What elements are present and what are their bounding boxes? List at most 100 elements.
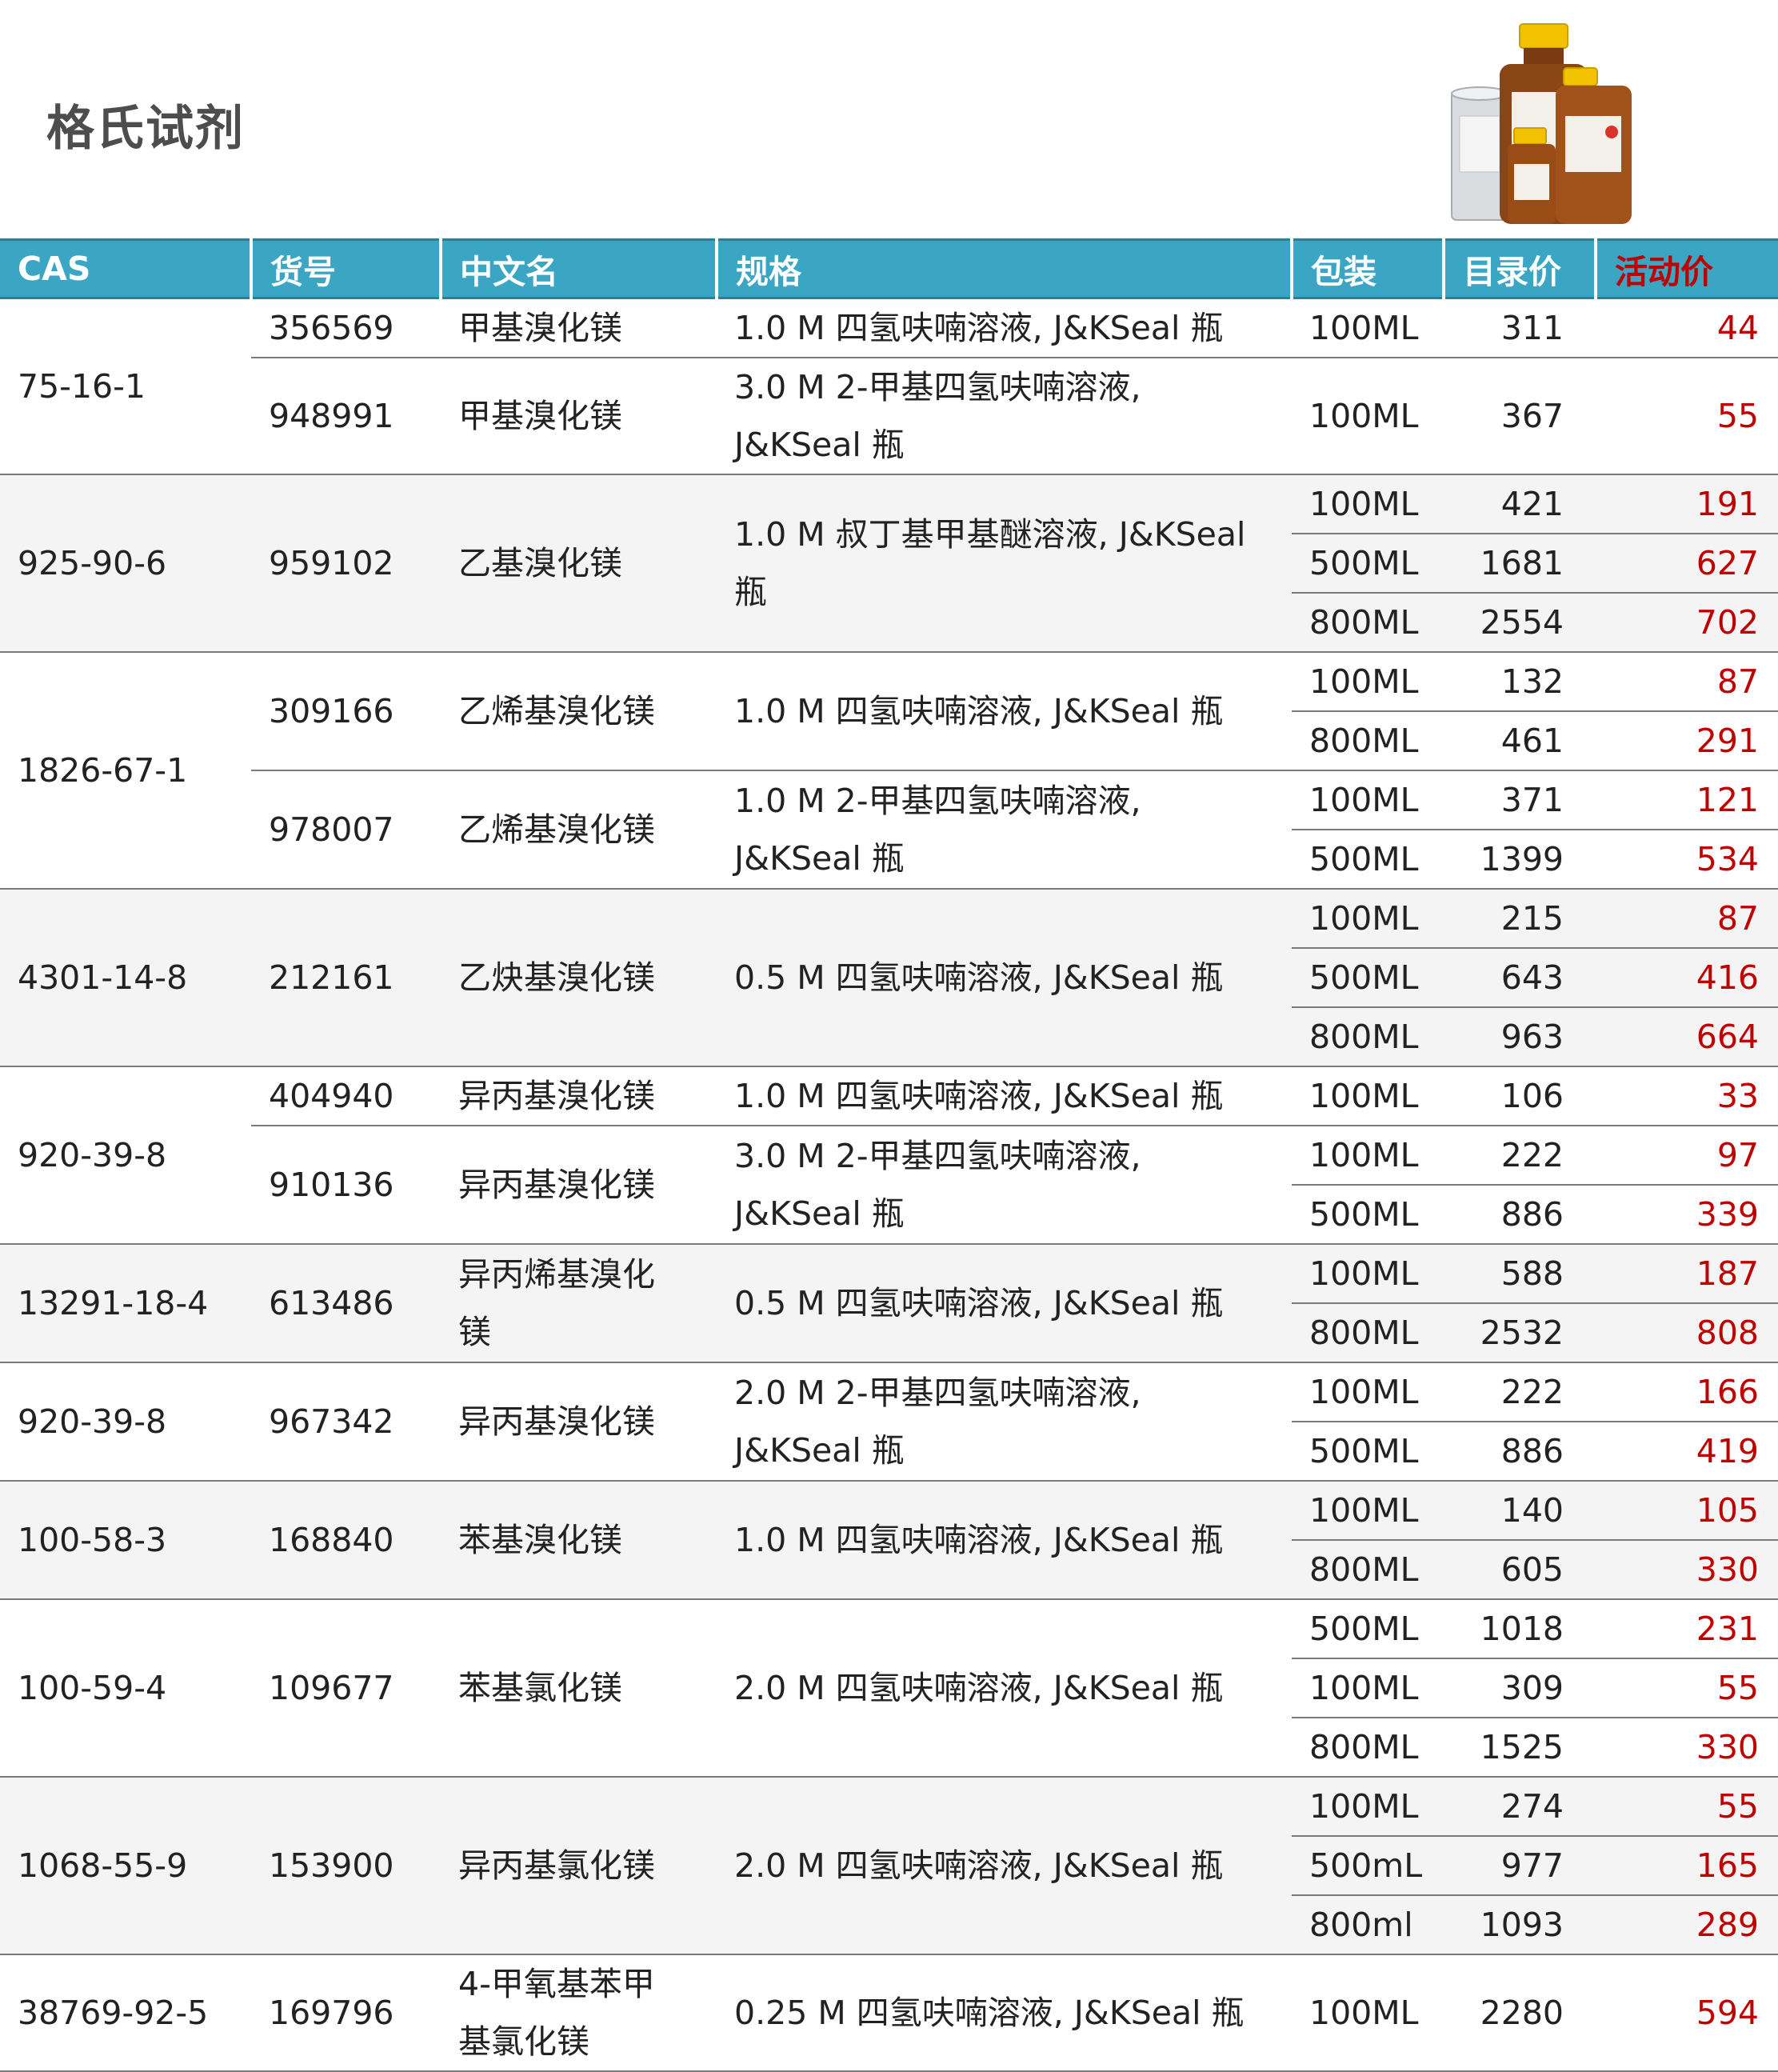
column-header-promo-price: 活动价 <box>1594 238 1778 299</box>
column-header-cn-name: 中文名 <box>439 238 717 299</box>
list-price-cell: 1525 <box>1444 1717 1596 1777</box>
cn-name-cell: 乙炔基溴化镁 <box>441 888 717 1066</box>
cn-name-cell: 甲基溴化镁 <box>441 357 717 474</box>
cas-group: 925-90-6 959102 乙基溴化镁 1.0 M 叔丁基甲基醚溶液, J&KSe… <box>0 474 1778 652</box>
item-no-cell: 978007 <box>251 770 441 889</box>
cas-cell: 1826-67-1 <box>0 651 251 889</box>
promo-price-cell: 291 <box>1596 710 1778 770</box>
list-price-cell: 222 <box>1444 1362 1596 1422</box>
cas-cell: 1068-55-9 <box>0 1776 251 1954</box>
table-row: 4301-14-8 212161 乙炔基溴化镁 0.5 M 四氢呋喃溶液, J&KSe… <box>0 888 1778 1066</box>
list-price-cell: 215 <box>1444 888 1596 948</box>
table-row: 1826-67-1 309166 乙烯基溴化镁 1.0 M 四氢呋喃溶液, J&KSe… <box>0 651 1778 889</box>
pack-size-cell: 100ML <box>1292 474 1444 534</box>
cas-cell: 75-16-1 <box>18 367 146 406</box>
table-row: 920-39-8 404940 异丙基溴化镁 1.0 M 四氢呋喃溶液, J&KSea… <box>0 1066 1778 1244</box>
cn-name-cell: 异丙基氯化镁 <box>441 1776 717 1954</box>
pack-size-cell: 100ML <box>1309 309 1419 347</box>
cas-cell: 38769-92-5 <box>0 1954 251 2072</box>
table-row: 1068-55-9 153900 异丙基氯化镁 2.0 M 四氢呋喃溶液, J&KSe… <box>0 1776 1778 1954</box>
cn-name-cell: 异丙烯基溴化镁 <box>441 1243 717 1362</box>
promo-price-cell: 55 <box>1596 1658 1778 1718</box>
spec-cell: 1.0 M 四氢呋喃溶液, J&KSeal 瓶 <box>734 309 1224 347</box>
list-price-cell: 1681 <box>1444 533 1596 593</box>
item-no-cell: 169796 <box>251 1954 441 2072</box>
promo-price-cell: 166 <box>1596 1362 1778 1422</box>
pack-size-cell: 800ML <box>1292 1717 1444 1777</box>
pack-size-cell: 500ML <box>1292 1184 1444 1244</box>
cn-name-cell: 异丙基溴化镁 <box>441 1125 717 1244</box>
item-no-cell: 153900 <box>251 1776 441 1954</box>
list-price-cell: 1018 <box>1444 1598 1596 1658</box>
pack-size-cell: 500ML <box>1292 947 1444 1007</box>
table-row: 978007 乙烯基溴化镁 1.0 M 2-甲基四氢呋喃溶液, J&KSeal 瓶1… <box>0 770 1778 889</box>
item-no-cell: 959102 <box>251 474 441 652</box>
item-no-cell: 168840 <box>251 1480 441 1599</box>
column-header-spec: 规格 <box>715 238 1292 299</box>
promo-price-cell: 187 <box>1596 1243 1778 1303</box>
spec-cell: 3.0 M 2-甲基四氢呋喃溶液, J&KSeal 瓶 <box>717 357 1292 474</box>
list-price-cell: 886 <box>1444 1421 1596 1481</box>
table-row: 38769-92-5 169796 4-甲氧基苯甲基氯化镁 0.25 M 四氢呋喃溶液… <box>0 1954 1778 2072</box>
promo-price-cell: 330 <box>1596 1539 1778 1599</box>
column-header-cas: CAS <box>0 238 251 299</box>
cas-cell: 100-58-3 <box>0 1480 251 1599</box>
table-header-row: CAS 货号 中文名 规格 包装 目录价 活动价 <box>0 238 1778 299</box>
cas-group: 100-59-4 109677 苯基氯化镁 2.0 M 四氢呋喃溶液, J&KSeal… <box>0 1598 1778 1777</box>
cn-name-cell: 乙烯基溴化镁 <box>441 770 717 889</box>
cas-group: 13291-18-4 613486 异丙烯基溴化镁 0.5 M 四氢呋喃溶液, J&K… <box>0 1243 1778 1362</box>
item-no-cell: 967342 <box>251 1362 441 1481</box>
item-no-cell: 109677 <box>251 1598 441 1777</box>
cn-name-cell: 乙烯基溴化镁 <box>441 651 717 770</box>
list-price-cell: 274 <box>1444 1776 1596 1836</box>
cn-name-cell: 苯基氯化镁 <box>441 1598 717 1777</box>
pack-size-cell: 100ML <box>1292 770 1444 830</box>
pack-size-cell: 800ML <box>1292 1006 1444 1066</box>
item-no-cell: 212161 <box>251 888 441 1066</box>
cas-group: 75-16-1 356569 甲基溴化镁 1.0 M 四氢呋喃溶液, J&KSeal … <box>0 298 1778 474</box>
cn-name-cell: 异丙基溴化镁 <box>441 1066 717 1126</box>
table-row: 75-16-1 356569 甲基溴化镁 1.0 M 四氢呋喃溶液, J&KSeal … <box>0 298 1778 406</box>
reagent-bottles-photo <box>1451 23 1632 224</box>
pack-size-cell: 500ML <box>1292 829 1444 889</box>
spec-cell: 0.25 M 四氢呋喃溶液, J&KSeal 瓶 <box>717 1954 1292 2072</box>
list-price-cell: 2554 <box>1444 592 1596 652</box>
promo-price-cell: 594 <box>1596 1954 1778 2072</box>
spec-cell: 0.5 M 四氢呋喃溶液, J&KSeal 瓶 <box>717 888 1292 1066</box>
promo-price-cell: 121 <box>1596 770 1778 830</box>
spec-cell: 1.0 M 四氢呋喃溶液, J&KSeal 瓶 <box>717 1480 1292 1599</box>
pack-size-cell: 100ML <box>1292 1776 1444 1836</box>
list-price-cell: 2532 <box>1444 1302 1596 1362</box>
cas-cell: 925-90-6 <box>0 474 251 652</box>
spec-cell: 1.0 M 2-甲基四氢呋喃溶液, J&KSeal 瓶 <box>717 770 1292 889</box>
pack-size-cell: 500ML <box>1292 533 1444 593</box>
cas-cell: 920-39-8 <box>0 1362 251 1481</box>
spec-cell: 1.0 M 叔丁基甲基醚溶液, J&KSeal 瓶 <box>717 474 1292 652</box>
list-price-cell: 977 <box>1444 1835 1596 1895</box>
promo-price-cell: 55 <box>1596 357 1778 474</box>
cn-name-cell: 异丙基溴化镁 <box>441 1362 717 1481</box>
pack-size-cell: 100ML <box>1292 888 1444 948</box>
pack-size-cell: 500mL <box>1292 1835 1444 1895</box>
promo-price-cell: 191 <box>1596 474 1778 534</box>
item-no-cell: 404940 <box>251 1066 441 1126</box>
pack-size-cell: 100ML <box>1292 1066 1444 1126</box>
promo-price-cell: 339 <box>1596 1184 1778 1244</box>
item-no-cell: 910136 <box>251 1125 441 1244</box>
promo-price-cell: 419 <box>1596 1421 1778 1481</box>
list-price-cell: 963 <box>1444 1006 1596 1066</box>
cn-name-cell: 4-甲氧基苯甲基氯化镁 <box>441 1954 717 2072</box>
pack-size-cell: 100ML <box>1292 1243 1444 1303</box>
table-row: 948991 甲基溴化镁 3.0 M 2-甲基四氢呋喃溶液, J&KSeal 瓶 10… <box>0 357 1778 474</box>
spec-cell: 2.0 M 2-甲基四氢呋喃溶液, J&KSeal 瓶 <box>717 1362 1292 1481</box>
promo-price-cell: 44 <box>1716 309 1759 347</box>
pack-size-cell: 800ML <box>1292 1539 1444 1599</box>
spec-cell: 0.5 M 四氢呋喃溶液, J&KSeal 瓶 <box>717 1243 1292 1362</box>
table-row: 910136 异丙基溴化镁 3.0 M 2-甲基四氢呋喃溶液, J&KSeal 瓶1… <box>0 1125 1778 1244</box>
cas-group: 4301-14-8 212161 乙炔基溴化镁 0.5 M 四氢呋喃溶液, J&KSe… <box>0 888 1778 1066</box>
list-price-cell: 2280 <box>1444 1954 1596 2072</box>
promo-price-cell: 97 <box>1596 1125 1778 1185</box>
list-price-cell: 1399 <box>1444 829 1596 889</box>
promo-price-cell: 330 <box>1596 1717 1778 1777</box>
promo-price-cell: 33 <box>1596 1066 1778 1126</box>
